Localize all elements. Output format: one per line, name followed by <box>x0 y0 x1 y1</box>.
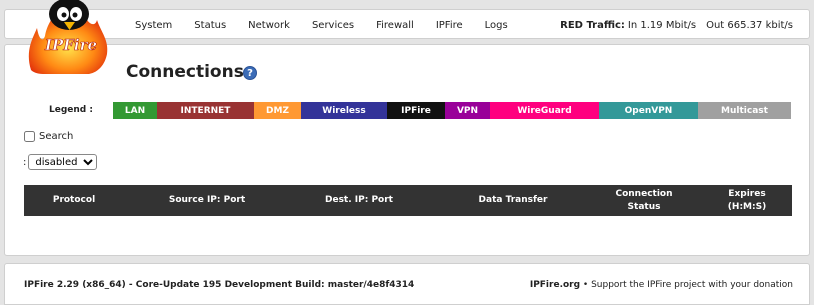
legend-openvpn: OpenVPN <box>599 102 698 119</box>
header-destination: Dest. IP: Port <box>325 195 393 205</box>
legend-wireguard: WireGuard <box>490 102 599 119</box>
zone-legend: LAN INTERNET DMZ Wireless IPFire VPN Wir… <box>113 102 791 119</box>
header-data-transfer: Data Transfer <box>478 195 548 205</box>
search-label: Search <box>39 131 74 142</box>
version-info: IPFire 2.29 (x86_64) - Core-Update 195 D… <box>24 280 415 290</box>
page-title: Connections <box>126 62 244 82</box>
menu-ipfire[interactable]: IPFire <box>429 20 470 31</box>
top-navigation-bar: System Status Network Services Firewall … <box>4 9 810 39</box>
filter-prefix: : <box>23 156 27 168</box>
filter-row: : disabled <box>23 154 98 170</box>
menu-services[interactable]: Services <box>305 20 361 31</box>
header-connection-status: Connection Status <box>615 188 673 212</box>
footer-right: IPFire.org • Support the IPFire project … <box>530 280 793 290</box>
connections-panel: Connections ? Legend : LAN INTERNET DMZ … <box>4 44 810 256</box>
red-traffic-indicator: RED Traffic: In 1.19 Mbit/s Out 665.37 k… <box>560 10 793 40</box>
legend-multicast: Multicast <box>698 102 791 119</box>
menu-logs[interactable]: Logs <box>478 20 515 31</box>
footer: IPFire 2.29 (x86_64) - Core-Update 195 D… <box>4 263 810 305</box>
main-menu: System Status Network Services Firewall … <box>128 10 523 40</box>
menu-firewall[interactable]: Firewall <box>369 20 421 31</box>
help-icon[interactable]: ? <box>243 66 257 80</box>
ipfire-logo[interactable]: IPFire <box>23 0 117 76</box>
connections-table-header: Protocol Source IP: Port Dest. IP: Port … <box>24 185 792 216</box>
filter-select[interactable]: disabled <box>28 154 98 170</box>
traffic-out: Out 665.37 kbit/s <box>706 19 793 31</box>
legend-label: Legend : <box>49 105 93 115</box>
header-source: Source IP: Port <box>168 195 246 205</box>
search-row: Search <box>24 131 73 142</box>
ipfire-org-link[interactable]: IPFire.org <box>530 280 580 290</box>
header-protocol: Protocol <box>52 195 96 205</box>
legend-lan: LAN <box>113 102 157 119</box>
legend-vpn: VPN <box>445 102 490 119</box>
donation-text: • Support the IPFire project with your d… <box>582 280 793 290</box>
traffic-label: RED Traffic: <box>560 19 625 31</box>
legend-ipfire: IPFire <box>387 102 445 119</box>
logo-text: IPFire <box>44 36 97 54</box>
traffic-in: In 1.19 Mbit/s <box>627 19 697 31</box>
legend-internet: INTERNET <box>157 102 254 119</box>
menu-system[interactable]: System <box>128 20 179 31</box>
header-expires: Expires (H:M:S) <box>727 188 767 212</box>
menu-status[interactable]: Status <box>187 20 233 31</box>
menu-network[interactable]: Network <box>241 20 297 31</box>
search-checkbox[interactable] <box>24 131 35 142</box>
legend-wireless: Wireless <box>301 102 387 119</box>
legend-dmz: DMZ <box>254 102 301 119</box>
